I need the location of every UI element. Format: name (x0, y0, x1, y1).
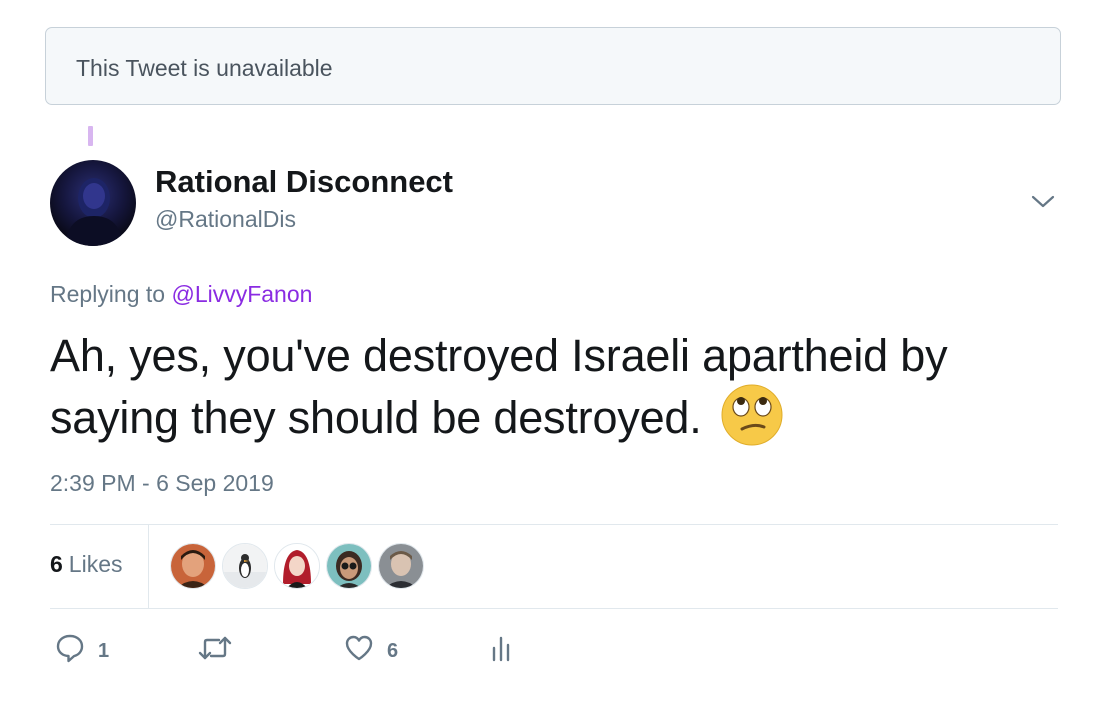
retweet-icon (198, 636, 232, 660)
author-avatar[interactable] (50, 160, 136, 246)
reply-to-handle-link[interactable]: @LivvyFanon (171, 281, 312, 307)
liker-avatar-5[interactable] (378, 543, 424, 589)
like-action[interactable]: 6 (343, 632, 398, 668)
tweet-timestamp[interactable]: 2:39 PM - 6 Sep 2019 (50, 469, 274, 497)
retweet-action[interactable] (197, 632, 233, 668)
analytics-action[interactable] (490, 632, 514, 668)
liker-avatar-4[interactable] (326, 543, 372, 589)
reply-icon (56, 634, 84, 663)
stats-bottom-divider (50, 608, 1058, 609)
unavailable-tweet-notice: This Tweet is unavailable (45, 27, 1061, 105)
author-display-name[interactable]: Rational Disconnect (155, 165, 453, 199)
liker-avatar-1[interactable] (170, 543, 216, 589)
like-icon (345, 635, 373, 661)
unavailable-notice-text: This Tweet is unavailable (76, 55, 333, 81)
reply-action[interactable]: 1 (54, 632, 109, 668)
eye-roll-emoji-icon (720, 383, 784, 447)
replying-to-line: Replying to @LivvyFanon (50, 280, 312, 308)
author-handle[interactable]: @RationalDis (155, 205, 296, 233)
liker-avatar-3[interactable] (274, 543, 320, 589)
likes-label: Likes (68, 551, 123, 577)
chevron-down-icon[interactable] (1030, 190, 1056, 212)
stats-vertical-divider (148, 525, 149, 608)
replying-to-label: Replying to (50, 281, 166, 307)
likes-stat[interactable]: 6 Likes (50, 550, 123, 578)
likes-count: 6 (50, 551, 63, 577)
stats-top-divider (50, 524, 1058, 525)
tweet-text: Ah, yes, you've destroyed Israeli aparth… (50, 325, 1080, 453)
thread-connector-line (88, 126, 93, 146)
reply-count: 1 (98, 640, 110, 662)
analytics-icon (492, 636, 510, 662)
like-count: 6 (387, 640, 399, 662)
liker-avatar-2[interactable] (222, 543, 268, 589)
tweet-body: Ah, yes, you've destroyed Israeli aparth… (50, 330, 948, 443)
